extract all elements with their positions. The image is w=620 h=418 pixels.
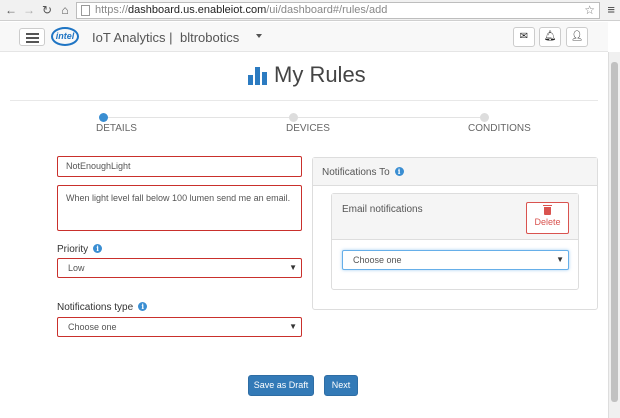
next-button[interactable]: Next [324,375,358,396]
email-notification-heading: Email notifications Delete [332,194,578,240]
info-icon[interactable]: i [138,302,148,311]
mail-icon[interactable]: ✉ [513,27,535,47]
notifications-heading-text: Notifications To [322,167,390,178]
home-icon[interactable]: ⌂ [58,3,72,17]
priority-value: Low [68,263,85,273]
browser-toolbar: ← → ↻ ⌂ https://dashboard.us.enableiot.c… [0,0,620,21]
app-title: IoT Analytics | [92,30,173,45]
step-details[interactable]: DETAILS [96,123,137,134]
email-notification-panel: Email notifications Delete Choose one ▼ [331,193,579,290]
forward-icon[interactable]: → [22,3,36,17]
step-dot-devices[interactable] [289,113,298,122]
bar-chart-icon [248,67,268,85]
user-icon[interactable]: 👤︎ [566,27,588,47]
notif-type-label: Notifications type i [57,302,148,313]
email-recipient-select[interactable]: Choose one ▼ [342,250,569,270]
back-icon[interactable]: ← [4,3,18,17]
delete-label: Delete [534,217,561,227]
url-path: /ui/dashboard#/rules/add [266,4,388,16]
scrollbar-thumb[interactable] [611,62,618,402]
address-bar[interactable]: https://dashboard.us.enableiot.com/ui/da… [76,2,600,19]
divider [10,100,598,101]
email-recipient-value: Choose one [353,255,402,265]
rule-name-input[interactable]: NotEnoughLight [57,156,302,177]
step-dot-conditions[interactable] [480,113,489,122]
save-draft-button[interactable]: Save as Draft [248,375,314,396]
description-textarea[interactable]: When light level fall below 100 lumen se… [57,185,302,231]
page-scrollbar[interactable] [608,52,620,418]
select-caret-icon: ▼ [556,255,564,264]
page-title: My Rules [274,62,366,87]
step-devices[interactable]: DEVICES [286,123,330,134]
info-icon[interactable]: i [394,167,404,176]
app-header: intel IoT Analytics | bltrobotics ✉ 🔔︎ 👤… [0,22,608,52]
delete-button[interactable]: Delete [526,202,569,234]
url-host: dashboard.us.enableiot.com [128,4,267,16]
trash-icon [543,205,552,215]
bell-icon[interactable]: 🔔︎ [539,27,561,47]
email-notification-title: Email notifications [342,204,423,215]
notif-type-label-text: Notifications type [57,302,134,313]
page-icon [81,5,90,16]
info-icon[interactable]: i [93,244,103,253]
priority-label-text: Priority [57,244,89,255]
reload-icon[interactable]: ↻ [40,3,54,17]
select-caret-icon: ▼ [289,322,297,331]
select-caret-icon: ▼ [289,263,297,272]
step-dot-details[interactable] [99,113,108,122]
url-prefix: https:// [95,4,129,16]
priority-select[interactable]: Low ▼ [57,258,302,278]
notifications-heading: Notifications To i [313,158,597,186]
bookmark-star-icon[interactable]: ☆ [584,3,595,18]
notifications-panel: Notifications To i Email notifications De… [312,157,598,310]
priority-label: Priority i [57,244,103,255]
account-selector[interactable]: bltrobotics [180,30,239,45]
chevron-down-icon[interactable] [256,34,262,38]
step-conditions[interactable]: CONDITIONS [468,123,531,134]
intel-logo: intel [51,27,79,46]
notif-type-select[interactable]: Choose one ▼ [57,317,302,337]
hamburger-menu-icon[interactable] [19,28,45,46]
browser-menu-icon[interactable]: ≡ [607,2,615,17]
notif-type-value: Choose one [68,322,117,332]
